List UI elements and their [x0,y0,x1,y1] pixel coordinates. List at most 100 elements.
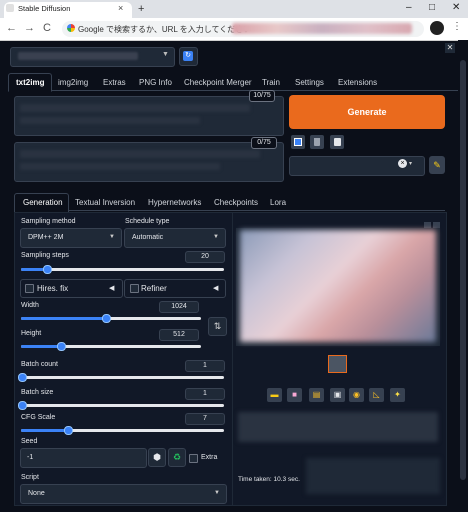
batch-size-track [21,404,224,407]
prompt-text-blurred [20,104,250,112]
collapse-arrow-icon: ◀ [109,285,115,292]
negative-prompt-text-blurred [20,163,220,170]
tab-extensions[interactable]: Extensions [338,78,377,87]
cfg-scale-slider[interactable] [63,426,73,435]
width-input[interactable]: 1024 [159,301,199,313]
batch-size-slider[interactable] [18,401,27,410]
tab-checkpoints[interactable]: Checkpoints [214,198,258,207]
close-window-button[interactable]: ✕ [452,2,460,13]
performance-info-blurred [306,458,440,494]
sparkle-icon[interactable]: ✦ [390,388,405,402]
refiner-label: Refiner [141,284,167,293]
reload-button[interactable]: C [43,22,51,34]
cfg-scale-fill [21,429,68,432]
trash-icon [314,138,320,146]
sampling-steps-label: Sampling steps [21,252,69,259]
tab-checkpoint-merger[interactable]: Checkpoint Merger [184,78,252,87]
clipboard-icon [334,138,341,146]
sampling-method-label: Sampling method [21,218,76,225]
chevron-down-icon: ▼ [214,490,220,496]
batch-count-label: Batch count [21,361,58,368]
batch-count-slider[interactable] [18,373,27,382]
prompt-text-blurred [20,117,200,124]
address-placeholder: Google で検索するか、URL を入力してください [78,25,252,34]
sampling-method-value: DPM++ 2M [28,234,64,241]
batch-size-input[interactable]: 1 [185,388,225,400]
seed-input[interactable] [20,448,147,468]
favicon-icon [6,4,14,12]
width-slider[interactable] [101,314,111,323]
tab-txt2img[interactable]: txt2img [16,78,44,87]
sampling-steps-input[interactable]: 20 [185,251,225,263]
back-button[interactable]: ← [6,22,17,34]
tab-train[interactable]: Train [262,78,280,87]
google-icon [67,24,75,32]
negative-prompt-token-counter: 0/75 [251,137,277,149]
height-label: Height [21,330,42,337]
dice-icon[interactable]: ⬢ [148,448,166,467]
scrollbar-thumb[interactable] [460,60,466,480]
generation-info-blurred [238,412,438,442]
generate-button[interactable]: Generate [289,95,445,129]
forward-button[interactable]: → [24,22,35,34]
hires-fix-label: Hires. fix [37,284,69,293]
pencil-icon[interactable]: ✎ [429,156,445,174]
tab-img2img[interactable]: img2img [58,78,88,87]
send-to-inpaint-icon[interactable]: ◉ [349,388,364,402]
cfg-scale-input[interactable]: 7 [185,413,225,425]
width-fill [21,317,106,320]
height-fill [21,345,61,348]
prompt-textarea[interactable] [14,96,284,136]
close-tab-icon[interactable]: × [118,3,123,13]
schedule-type-label: Schedule type [125,218,170,225]
folder-icon[interactable]: ▬ [267,388,282,402]
refiner-accordion[interactable] [124,279,226,298]
sub-tab-divider [14,210,445,211]
browser-menu-icon[interactable]: ⋮ [452,21,462,32]
clear-styles-icon[interactable]: × [398,159,407,168]
save-icon[interactable]: ■ [287,388,302,402]
negative-prompt-text-blurred [20,150,260,158]
profile-avatar[interactable] [430,21,444,35]
minimize-button[interactable]: – [406,2,412,13]
height-input[interactable]: 512 [159,329,199,341]
schedule-type-select[interactable]: Automatic ▼ [124,228,226,248]
tab-hypernetworks[interactable]: Hypernetworks [148,198,201,207]
chevron-down-icon: ▼ [213,234,219,240]
hires-fix-accordion[interactable] [20,279,123,298]
hires-fix-checkbox[interactable] [25,284,34,293]
swap-dimensions-button[interactable]: ⇅ [208,317,227,336]
recycle-icon[interactable]: ♻ [168,448,186,467]
tab-lora[interactable]: Lora [270,198,286,207]
seed-label: Seed [21,438,38,445]
clear-prompt-button[interactable] [310,135,324,149]
zip-icon[interactable]: ▤ [309,388,324,402]
tab-png-info[interactable]: PNG Info [139,78,172,87]
tab-generation[interactable]: Generation [23,198,63,207]
checkpoint-value-blurred [18,52,138,60]
gallery-thumbnail[interactable] [328,355,347,373]
height-slider[interactable] [56,342,66,351]
chevron-down-icon: ▼ [109,234,115,240]
sampling-method-select[interactable]: DPM++ 2M ▼ [20,228,122,248]
extra-checkbox[interactable] [189,454,198,463]
schedule-type-value: Automatic [132,234,164,241]
negative-prompt-textarea[interactable] [14,142,284,182]
paste-button[interactable] [291,135,305,149]
generated-image[interactable] [240,230,436,342]
close-icon[interactable]: ✕ [445,43,455,53]
script-select[interactable]: None ▼ [20,484,227,504]
edit-styles-button[interactable] [330,135,344,149]
bookmarks-blurred [232,23,412,34]
send-to-img2img-icon[interactable]: ▣ [330,388,345,402]
send-to-extras-icon[interactable]: ◺ [369,388,384,402]
tab-extras[interactable]: Extras [103,78,126,87]
maximize-button[interactable]: □ [429,2,435,13]
batch-size-label: Batch size [21,389,54,396]
new-tab-button[interactable]: + [138,3,144,15]
tab-settings[interactable]: Settings [295,78,324,87]
tab-textual-inversion[interactable]: Textual Inversion [75,198,135,207]
batch-count-input[interactable]: 1 [185,360,225,372]
refiner-checkbox[interactable] [130,284,139,293]
chevron-down-icon: ▼ [162,51,169,58]
